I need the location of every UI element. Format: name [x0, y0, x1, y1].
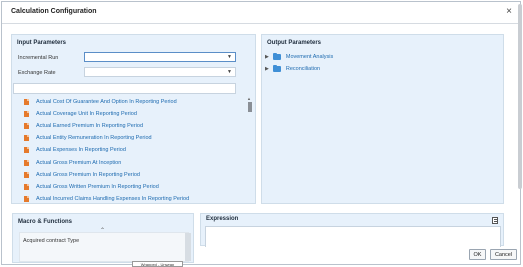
scroll-thumb[interactable] — [518, 4, 522, 189]
parameter-search-input[interactable] — [13, 83, 236, 94]
dialog-title: Calculation Configuration — [11, 8, 97, 15]
chevron-down-icon: ▼ — [227, 69, 232, 75]
list-item[interactable]: Actual Gross Written Premium In Reportin… — [13, 181, 244, 193]
expression-panel: Expression — [200, 213, 504, 247]
document-icon — [24, 195, 29, 202]
list-item-label: Actual Entity Remuneration In Reporting … — [36, 135, 152, 142]
list-item[interactable]: Actual Gross Premium At Inception — [13, 156, 244, 168]
document-icon — [24, 147, 29, 154]
document-icon — [24, 99, 29, 106]
list-item[interactable]: Actual Gross Premium In Reporting Period — [13, 169, 244, 181]
list-item-label: Actual Gross Premium At Inception — [36, 159, 122, 166]
chevron-right-icon[interactable]: ▶ — [265, 66, 269, 72]
folder-icon — [272, 52, 281, 60]
tree-item-label: Reconciliation — [285, 66, 321, 72]
expression-editor[interactable] — [205, 226, 501, 247]
chevron-down-icon: ▼ — [227, 54, 232, 60]
document-icon — [24, 159, 29, 166]
tree-item-label: Movement Analysis — [285, 54, 334, 60]
document-icon — [24, 171, 29, 178]
ok-button[interactable]: OK — [469, 249, 486, 260]
macro-scrollbar[interactable] — [185, 233, 191, 261]
expression-title: Expression — [206, 216, 239, 222]
chevron-up-icon[interactable]: ⌃ — [100, 227, 105, 234]
input-list-scrollbar[interactable]: ▲ — [247, 96, 253, 204]
list-item-label: Actual Gross Premium In Reporting Period — [36, 171, 140, 178]
document-icon — [24, 135, 29, 142]
list-item[interactable]: Actual Cost Of Guarantee And Option In R… — [13, 96, 244, 108]
exchange-rate-select[interactable]: ▼ — [84, 67, 236, 77]
input-parameters-title: Input Parameters — [17, 40, 67, 46]
exchange-rate-label: Exchange Rate — [18, 70, 56, 76]
list-item-label: Actual Expenses In Reporting Period — [36, 147, 126, 154]
list-item-label: Actual Earned Premium In Reporting Perio… — [36, 123, 143, 130]
list-item-label: Actual Coverage Unit In Reporting Period — [36, 111, 137, 118]
document-icon — [24, 123, 29, 130]
calculation-configuration-dialog: Calculation Configuration × Input Parame… — [1, 1, 523, 265]
edit-icon[interactable] — [492, 217, 498, 224]
output-parameters-title: Output Parameters — [267, 40, 322, 46]
close-icon[interactable]: × — [506, 6, 512, 18]
incremental-run-label: Incremental Run — [18, 55, 59, 61]
list-item-label: Actual Incurred Claims Handling Expenses… — [36, 195, 190, 202]
macro-functions-title: Macro & Functions — [18, 219, 73, 225]
cancel-button[interactable]: Cancel — [490, 249, 517, 260]
list-item[interactable]: Actual Entity Remuneration In Reporting … — [13, 132, 244, 144]
document-icon — [24, 183, 29, 190]
list-item-label: Actual Cost Of Guarantee And Option In R… — [36, 99, 177, 106]
list-item[interactable]: Actual Expenses In Reporting Period — [13, 144, 244, 156]
macro-functions-panel: Macro & Functions ⌃ Acquired contract Ty… — [12, 213, 194, 263]
folder-icon — [272, 64, 281, 72]
tree-item-movement-analysis[interactable]: ▶ Movement Analysis — [265, 52, 334, 60]
macro-item[interactable]: Acquired contract Type — [23, 238, 79, 244]
list-item[interactable]: Actual Coverage Unit In Reporting Period — [13, 108, 244, 120]
macro-list: ⌃ Acquired contract Type — [19, 228, 189, 262]
chevron-right-icon[interactable]: ▶ — [265, 54, 269, 60]
dialog-scrollbar[interactable] — [516, 2, 523, 192]
chevron-up-icon[interactable]: ▲ — [247, 96, 251, 101]
list-item-label: Actual Gross Written Premium In Reportin… — [36, 183, 159, 190]
list-item[interactable]: Actual Incurred Claims Handling Expenses… — [13, 193, 244, 204]
dialog-title-bar: Calculation Configuration × — [2, 2, 520, 24]
input-parameter-list: Actual Cost Of Guarantee And Option In R… — [13, 96, 244, 204]
tree-item-reconciliation[interactable]: ▶ Reconciliation — [265, 64, 321, 72]
document-icon — [24, 111, 29, 118]
tooltip: Wrapped - Unwrap — [132, 261, 183, 267]
incremental-run-select[interactable]: ▼ — [84, 52, 236, 62]
list-item[interactable]: Actual Earned Premium In Reporting Perio… — [13, 120, 244, 132]
scroll-thumb[interactable] — [248, 102, 252, 112]
